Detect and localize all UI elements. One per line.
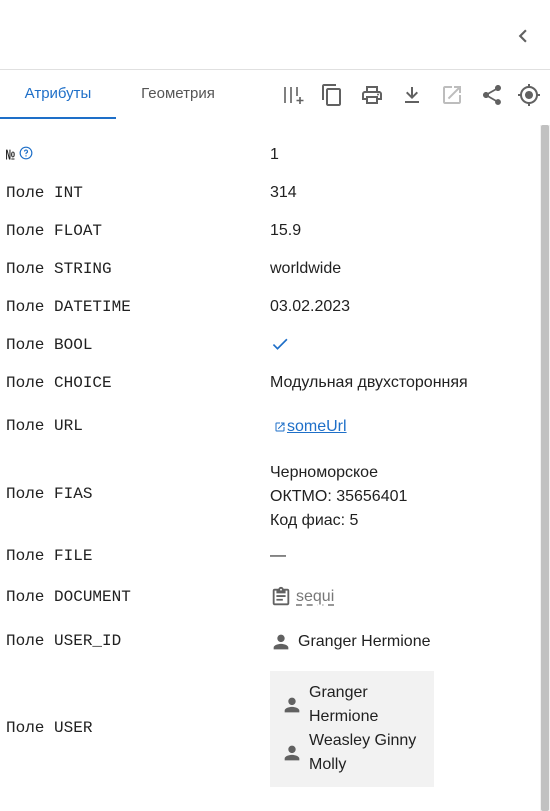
tab-attributes-label: Атрибуты <box>24 85 92 102</box>
field-value: 03.02.2023 <box>270 298 351 315</box>
tab-attributes[interactable]: Атрибуты <box>0 71 116 119</box>
user-name: Granger Hermione <box>309 684 379 725</box>
field-label: Поле INT <box>6 184 83 202</box>
field-value: 1 <box>270 146 279 163</box>
person-icon <box>284 697 300 713</box>
row-label-num: № <box>6 146 33 165</box>
field-label: Поле USER <box>6 719 93 737</box>
document-link-text[interactable]: sequi <box>296 588 334 605</box>
open-external-icon <box>443 86 461 104</box>
download-icon <box>405 87 419 103</box>
user-name: Granger Hermione <box>298 633 431 651</box>
user-id-value: Granger Hermione <box>270 631 431 653</box>
locate-icon <box>518 84 540 106</box>
field-label: Поле FIAS <box>6 485 93 503</box>
print-button[interactable] <box>360 83 384 107</box>
locate-button[interactable] <box>517 83 541 107</box>
active-tab-indicator <box>0 117 116 119</box>
print-icon <box>362 86 382 104</box>
url-link[interactable]: someUrl <box>270 418 347 436</box>
field-label: Поле DATETIME <box>6 298 131 316</box>
copy-button[interactable] <box>320 83 344 107</box>
external-link-icon <box>275 422 285 432</box>
users-list: Granger Hermione Weasley Ginny Molly <box>270 671 434 787</box>
fias-line: Черноморское <box>270 464 378 481</box>
field-label: Поле USER_ID <box>6 632 122 650</box>
user-name: Weasley Ginny Molly <box>309 732 417 773</box>
field-label: Поле BOOL <box>6 336 93 354</box>
field-label: Поле DOCUMENT <box>6 588 131 606</box>
field-label: Поле CHOICE <box>6 374 112 392</box>
field-label: Поле FILE <box>6 547 93 565</box>
add-column-button[interactable] <box>281 83 305 107</box>
collapse-panel-button[interactable] <box>510 23 536 49</box>
field-value: 314 <box>270 184 297 201</box>
url-link-text[interactable]: someUrl <box>287 418 347 435</box>
tab-bar: Атрибуты Геометрия <box>0 71 550 119</box>
fias-line: Код фиас: 5 <box>270 512 359 529</box>
clipboard-icon <box>272 586 290 606</box>
field-value: worldwide <box>270 260 342 277</box>
help-icon[interactable] <box>19 146 33 165</box>
field-label: Поле URL <box>6 417 83 435</box>
document-link[interactable]: sequi <box>270 586 334 608</box>
tab-geometry[interactable]: Геометрия <box>125 71 231 119</box>
share-icon <box>483 85 501 105</box>
copy-icon <box>322 84 341 106</box>
field-value: 15.9 <box>270 222 302 239</box>
bool-true-check <box>270 334 290 359</box>
panel-header <box>0 0 550 70</box>
tab-geometry-label: Геометрия <box>141 85 215 102</box>
field-label: № <box>6 147 16 165</box>
person-icon <box>273 634 289 650</box>
field-label: Поле FLOAT <box>6 222 103 240</box>
scrollbar-thumb[interactable] <box>541 125 549 811</box>
check-icon <box>272 338 288 350</box>
field-label: Поле STRING <box>6 260 112 278</box>
fias-value: Черноморское ОКТМО: 35656401 Код фиас: 5 <box>270 461 407 533</box>
share-button[interactable] <box>480 83 504 107</box>
person-icon <box>284 745 300 761</box>
chevron-left-icon <box>518 29 527 43</box>
columns-plus-icon <box>284 87 304 104</box>
fias-line: ОКТМО: 35656401 <box>270 488 408 505</box>
field-value: Модульная двухсторонняя <box>270 374 468 391</box>
field-value: — <box>270 547 286 564</box>
open-external-button[interactable] <box>440 83 464 107</box>
download-button[interactable] <box>400 83 424 107</box>
